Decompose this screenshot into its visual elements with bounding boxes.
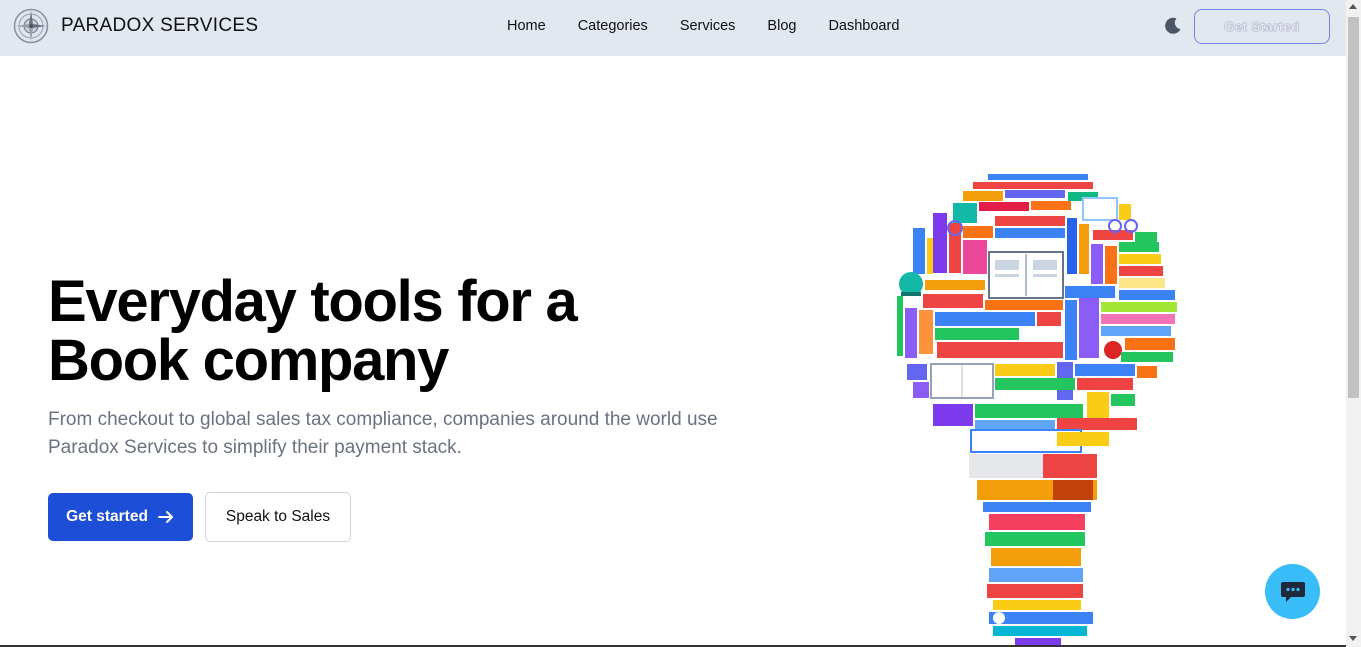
nav-services[interactable]: Services [680,18,736,34]
nav-categories[interactable]: Categories [578,18,648,34]
get-started-label: Get started [66,508,148,525]
get-started-nav-button[interactable]: Get Started [1194,9,1330,44]
compass-logo-icon [13,8,49,44]
chat-bubble-icon [1280,581,1305,602]
vertical-scrollbar[interactable] [1346,0,1361,647]
hero-title: Everyday tools for a Book company [48,272,688,390]
nav-dashboard[interactable]: Dashboard [828,18,899,34]
brand[interactable]: PARADOX SERVICES [13,8,258,44]
main-nav: Home Categories Services Blog Dashboard [507,18,899,34]
scrollbar-thumb[interactable] [1348,17,1359,398]
scroll-down-arrow-icon[interactable] [1349,636,1357,641]
nav-home[interactable]: Home [507,18,546,34]
brand-name: PARADOX SERVICES [61,15,259,36]
scroll-up-arrow-icon[interactable] [1349,4,1357,9]
hero-title-line-2: Book company [48,328,449,393]
chat-button[interactable] [1265,564,1320,619]
top-navbar: PARADOX SERVICES Home Categories Service… [0,0,1346,56]
moon-icon[interactable] [1163,16,1183,36]
hero-title-line-1: Everyday tools for a [48,269,578,334]
speak-to-sales-button[interactable]: Speak to Sales [205,492,351,542]
nav-blog[interactable]: Blog [767,18,796,34]
get-started-button[interactable]: Get started [48,493,193,541]
lightbulb-of-books-illustration [897,174,1177,647]
arrow-right-icon [157,511,173,523]
hero-subtitle: From checkout to global sales tax compli… [48,409,718,458]
